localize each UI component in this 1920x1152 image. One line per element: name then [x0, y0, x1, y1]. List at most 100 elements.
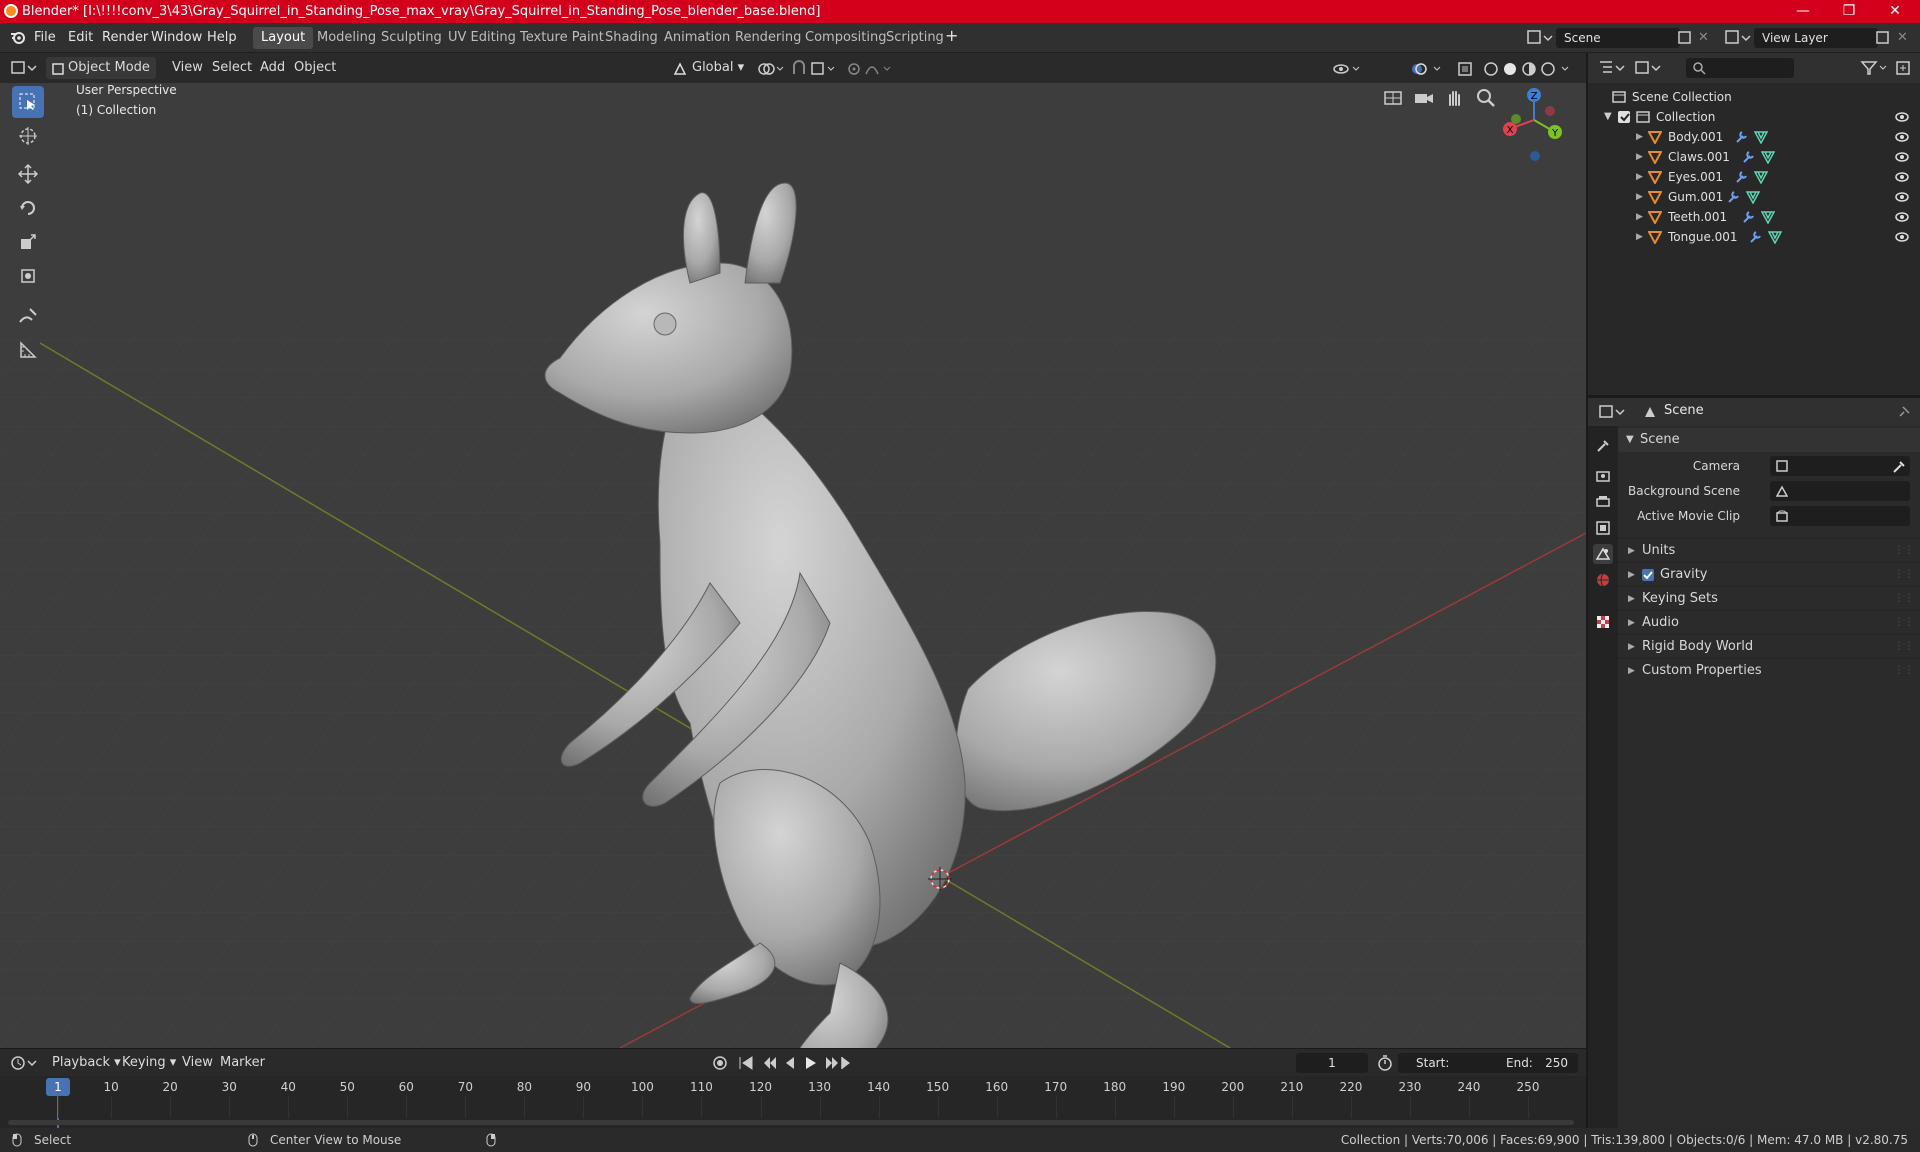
- properties-editor-type-icon[interactable]: [1598, 403, 1626, 421]
- blender-menu-icon[interactable]: [10, 29, 26, 45]
- modifier-wrench-icon[interactable]: [1726, 190, 1740, 204]
- visibility-eye-icon[interactable]: [1894, 211, 1910, 223]
- timeline[interactable]: 10 20 30 40 50 60 70 80 90 100 110 120 130 140 150 160 1…: [0, 1076, 1586, 1128]
- menu-view[interactable]: View: [166, 57, 209, 79]
- 3d-viewport[interactable]: User Perspective (1) Collection Z Y X: [0, 83, 1586, 1048]
- scale-tool[interactable]: [12, 226, 44, 258]
- background-scene-field[interactable]: [1770, 481, 1910, 501]
- tab-layout[interactable]: Layout: [253, 27, 314, 49]
- shading-modes-icon[interactable]: [1482, 60, 1582, 78]
- timeline-scrollbar[interactable]: [8, 1120, 1574, 1125]
- marker-menu[interactable]: Marker: [214, 1052, 271, 1074]
- eyedropper-icon[interactable]: [1892, 460, 1906, 474]
- expand-arrow-icon[interactable]: ▶: [1636, 147, 1643, 167]
- stopwatch-icon[interactable]: [1376, 1054, 1394, 1072]
- outliner-object-row[interactable]: ▶ Claws.001: [1588, 147, 1920, 167]
- property-section-header[interactable]: ▶ Rigid Body World ⋮⋮: [1618, 634, 1920, 658]
- property-section-header[interactable]: ▶ Gravity ⋮⋮: [1618, 562, 1920, 586]
- transform-tool[interactable]: [12, 260, 44, 292]
- play-icon[interactable]: [806, 1057, 816, 1069]
- mesh-data-icon[interactable]: [1753, 170, 1768, 184]
- zoom-icon[interactable]: [1475, 87, 1497, 109]
- visibility-eye-icon[interactable]: [1894, 131, 1910, 143]
- filter-icon[interactable]: [1860, 59, 1890, 77]
- area-separator[interactable]: [1586, 53, 1588, 1128]
- modifier-wrench-icon[interactable]: [1734, 170, 1748, 184]
- keying-menu[interactable]: Keying ▾: [116, 1052, 182, 1074]
- scene-name-field[interactable]: Scene: [1556, 28, 1680, 48]
- expand-arrow-icon[interactable]: ▶: [1636, 127, 1643, 147]
- visibility-eye-icon[interactable]: [1894, 151, 1910, 163]
- menu-object[interactable]: Object: [288, 57, 342, 79]
- mesh-data-icon[interactable]: [1746, 190, 1761, 204]
- expand-arrow-icon[interactable]: ▶: [1636, 167, 1643, 187]
- drag-handle-icon[interactable]: ⋮⋮: [1894, 635, 1914, 659]
- tab-render[interactable]: [1593, 466, 1613, 486]
- navigation-gizmo[interactable]: Z Y X: [1500, 83, 1568, 163]
- visibility-eye-icon[interactable]: [1894, 111, 1910, 123]
- tab-view-layer[interactable]: [1593, 518, 1613, 538]
- visibility-toggle-icon[interactable]: [1332, 60, 1362, 78]
- visibility-eye-icon[interactable]: [1894, 171, 1910, 183]
- drag-handle-icon[interactable]: ⋮⋮: [1894, 587, 1914, 611]
- snap-icon[interactable]: [790, 60, 840, 78]
- menu-edit[interactable]: Edit: [68, 29, 93, 47]
- expand-arrow-icon[interactable]: ▶: [1636, 187, 1643, 207]
- proportional-editing-icon[interactable]: [846, 60, 894, 78]
- move-tool[interactable]: [12, 158, 44, 190]
- new-scene-icon[interactable]: [1676, 29, 1694, 47]
- cursor-tool[interactable]: [12, 120, 44, 152]
- mesh-data-icon[interactable]: [1753, 130, 1768, 144]
- menu-select[interactable]: Select: [206, 57, 258, 79]
- drag-handle-icon[interactable]: ⋮⋮: [1894, 611, 1914, 635]
- scene-selector-icon[interactable]: [1526, 28, 1554, 48]
- tab-sculpting[interactable]: Sculpting: [373, 27, 450, 49]
- select-box-tool[interactable]: [12, 86, 44, 118]
- visibility-eye-icon[interactable]: [1894, 231, 1910, 243]
- property-section-header[interactable]: ▶ Keying Sets ⋮⋮: [1618, 586, 1920, 610]
- collapse-arrow-icon[interactable]: ▼: [1604, 107, 1612, 127]
- playback-menu[interactable]: Playback ▾: [46, 1052, 127, 1074]
- current-frame-field[interactable]: 1: [1296, 1053, 1368, 1073]
- minimize-button[interactable]: —: [1780, 0, 1826, 23]
- close-window-button[interactable]: ✕: [1872, 0, 1918, 23]
- tab-texture[interactable]: [1593, 612, 1613, 632]
- menu-file[interactable]: File: [34, 29, 56, 47]
- outliner-editor-type-icon[interactable]: [1598, 59, 1626, 77]
- xray-toggle-icon[interactable]: [1456, 60, 1474, 78]
- record-icon[interactable]: [713, 1056, 727, 1070]
- rotate-tool[interactable]: [12, 192, 44, 224]
- outliner-object-row[interactable]: ▶ Eyes.001: [1588, 167, 1920, 187]
- tab-tool[interactable]: [1593, 436, 1613, 456]
- outliner-object-row[interactable]: ▶ Tongue.001: [1588, 227, 1920, 247]
- visibility-eye-icon[interactable]: [1894, 191, 1910, 203]
- active-movie-clip-field[interactable]: [1770, 506, 1910, 526]
- pan-hand-icon[interactable]: [1444, 87, 1466, 109]
- new-collection-icon[interactable]: [1894, 59, 1912, 77]
- annotate-tool[interactable]: [12, 300, 44, 332]
- modifier-wrench-icon[interactable]: [1741, 150, 1755, 164]
- scene-panel-header[interactable]: ▼ Scene: [1618, 428, 1920, 452]
- modifier-wrench-icon[interactable]: [1741, 210, 1755, 224]
- overlays-icon[interactable]: [1410, 60, 1444, 78]
- modifier-wrench-icon[interactable]: [1734, 130, 1748, 144]
- tab-scripting[interactable]: Scripting: [878, 27, 952, 49]
- new-view-layer-icon[interactable]: [1874, 29, 1892, 47]
- end-frame-field[interactable]: End: 250: [1488, 1053, 1578, 1073]
- playhead-frame-indicator[interactable]: 1: [46, 1078, 70, 1096]
- mesh-data-icon[interactable]: [1760, 150, 1775, 164]
- tab-animation[interactable]: Animation: [656, 27, 738, 49]
- toggle-camera-view-icon[interactable]: [1382, 87, 1404, 109]
- outliner-object-row[interactable]: ▶ Gum.001: [1588, 187, 1920, 207]
- drag-handle-icon[interactable]: ⋮⋮: [1894, 563, 1914, 587]
- menu-help[interactable]: Help: [207, 29, 237, 47]
- property-section-header[interactable]: ▶ Custom Properties ⋮⋮: [1618, 658, 1920, 682]
- delete-scene-icon[interactable]: ✕: [1698, 29, 1709, 47]
- maximize-button[interactable]: ❐: [1826, 0, 1872, 23]
- mesh-data-icon[interactable]: [1768, 230, 1782, 244]
- mesh-data-icon[interactable]: [1760, 210, 1775, 224]
- view-layer-field[interactable]: View Layer: [1754, 28, 1878, 48]
- menu-window[interactable]: Window: [151, 29, 202, 47]
- drag-handle-icon[interactable]: ⋮⋮: [1894, 659, 1914, 683]
- expand-arrow-icon[interactable]: ▶: [1636, 227, 1643, 247]
